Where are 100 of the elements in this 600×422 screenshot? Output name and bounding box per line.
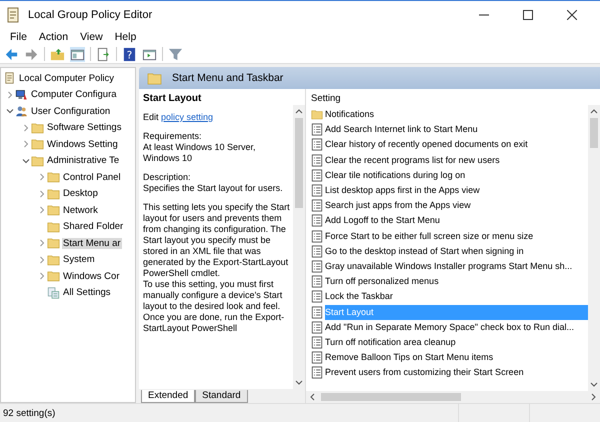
setting-row[interactable]: Prevent users from customizing their Start Screen: [325, 365, 588, 380]
setting-row[interactable]: Force Start to be either full screen size or menu size: [325, 228, 588, 244]
tree-item[interactable]: Windows Cor: [62, 270, 120, 282]
setting-row[interactable]: Add Logoff to the Start Menu: [325, 213, 588, 228]
scroll-down-icon[interactable]: [590, 382, 598, 388]
policy-document-icon: [3, 72, 16, 84]
description-paragraph: To use this setting, you must first manually configure a device's Start layout to the desired look and feel. Once you are done, run the Export-StartLayout PowerShell: [143, 279, 286, 334]
forward-arrow-icon[interactable]: [24, 46, 39, 62]
panel-title: Start Menu and Taskbar: [172, 72, 284, 84]
horizontal-scrollbar[interactable]: [306, 391, 600, 403]
folder-icon: [31, 154, 44, 167]
setting-row[interactable]: Notifications: [325, 107, 588, 122]
policy-setting-icon: [311, 260, 323, 273]
close-icon[interactable]: [567, 10, 577, 20]
folder-icon: [311, 108, 323, 122]
collapsed-caret-icon[interactable]: [38, 256, 46, 264]
collapsed-caret-icon[interactable]: [22, 124, 30, 132]
setting-row[interactable]: Add Search Internet link to Start Menu: [325, 122, 588, 138]
collapsed-caret-icon[interactable]: [22, 140, 30, 148]
back-arrow-icon[interactable]: [4, 46, 19, 62]
setting-row[interactable]: Add "Run in Separate Memory Space" check box to Run dial...: [325, 320, 588, 335]
scroll-thumb[interactable]: [321, 393, 461, 401]
scroll-left-icon[interactable]: [309, 393, 315, 401]
expanded-caret-icon[interactable]: [6, 107, 14, 116]
policy-setting-icon: [311, 336, 323, 349]
setting-row[interactable]: Turn off notification area cleanup: [325, 334, 588, 350]
setting-row[interactable]: Search just apps from the Apps view: [325, 198, 588, 214]
tree-item[interactable]: All Settings: [62, 287, 112, 298]
maximize-icon[interactable]: [523, 10, 533, 20]
scroll-up-icon[interactable]: [590, 108, 598, 114]
description-text: Specifies the Start layout for users.: [143, 183, 284, 194]
vertical-scrollbar[interactable]: [293, 105, 305, 389]
folder-icon: [47, 188, 60, 200]
folder-icon: [147, 72, 162, 84]
computer-icon: [15, 88, 28, 101]
folder-icon: [47, 270, 60, 282]
tree-item[interactable]: Administrative Te: [46, 155, 120, 166]
policy-heading: Start Layout: [143, 93, 202, 104]
tree-item[interactable]: User Configuration: [30, 106, 112, 117]
vertical-scrollbar[interactable]: [588, 105, 600, 391]
folder-up-icon[interactable]: [50, 46, 65, 62]
requirements-label: Requirements:: [143, 131, 203, 142]
setting-row[interactable]: Clear tile notifications during log on: [325, 168, 588, 183]
folder-icon: [47, 237, 60, 250]
scroll-right-icon[interactable]: [591, 393, 597, 401]
policy-setting-icon: [311, 214, 323, 228]
scroll-thumb[interactable]: [295, 118, 303, 208]
policy-setting-icon: [311, 123, 323, 136]
view-tab[interactable]: Extended: [141, 390, 196, 403]
collapsed-caret-icon[interactable]: [38, 206, 46, 214]
policy-editor-icon: [6, 6, 20, 22]
setting-row[interactable]: Remove Balloon Tips on Start Menu items: [325, 350, 588, 366]
tree-item[interactable]: System: [62, 254, 96, 266]
requirements-text: At least Windows 10 Server, Windows 10: [143, 142, 257, 164]
policy-setting-icon: [311, 320, 323, 334]
folder-icon: [31, 138, 44, 150]
scroll-down-icon[interactable]: [295, 380, 303, 386]
tree-item[interactable]: Software Settings: [46, 122, 122, 134]
status-text: 92 setting(s): [2, 408, 56, 418]
tree-item[interactable]: Shared Folder: [62, 221, 124, 232]
scroll-thumb[interactable]: [590, 118, 598, 148]
policy-setting-link[interactable]: policy setting: [161, 112, 214, 122]
view-tab[interactable]: Standard: [195, 390, 248, 403]
tree-item[interactable]: Start Menu ar: [62, 238, 122, 249]
tree-item[interactable]: Control Panel: [62, 172, 122, 183]
setting-row[interactable]: Clear history of recently opened documents on exit: [325, 137, 588, 152]
folder-icon: [47, 254, 60, 266]
tree-item[interactable]: Local Computer Policy: [18, 72, 116, 84]
setting-row[interactable]: Turn off personalized menus: [325, 274, 588, 290]
menu-item[interactable]: View: [74, 30, 109, 42]
description-label: Description:: [143, 172, 192, 183]
collapsed-caret-icon[interactable]: [38, 190, 46, 198]
menu-item[interactable]: File: [4, 30, 33, 42]
collapsed-caret-icon[interactable]: [38, 272, 46, 280]
export-list-icon[interactable]: [96, 46, 111, 62]
panel-toggle-icon[interactable]: [70, 46, 85, 62]
help-icon[interactable]: ?: [122, 46, 137, 62]
tree-item[interactable]: Network: [62, 204, 99, 216]
setting-row[interactable]: Go to the desktop instead of Start when signing in: [325, 244, 588, 259]
scroll-up-icon[interactable]: [295, 108, 303, 114]
column-header[interactable]: Setting: [311, 89, 588, 106]
setting-row[interactable]: Gray unavailable Windows Installer programs Start Menu sh...: [325, 258, 588, 274]
setting-row[interactable]: Lock the Taskbar: [325, 289, 588, 304]
collapsed-caret-icon[interactable]: [38, 173, 46, 182]
expanded-caret-icon[interactable]: [22, 156, 30, 165]
tree-item[interactable]: Computer Configura: [30, 89, 118, 100]
tree-item[interactable]: Windows Setting: [46, 138, 119, 150]
filter-icon[interactable]: [168, 46, 183, 62]
tree-item[interactable]: Desktop: [62, 188, 99, 200]
policy-setting-icon: [311, 275, 323, 288]
setting-row[interactable]: Clear the recent programs list for new users: [325, 152, 588, 168]
window-title: Local Group Policy Editor: [28, 8, 152, 20]
policy-setting-icon: [311, 230, 323, 243]
menu-item[interactable]: Action: [32, 30, 74, 42]
menu-item[interactable]: Help: [108, 30, 142, 42]
folder-icon: [47, 171, 60, 184]
setting-row[interactable]: List desktop apps first in the Apps view: [325, 183, 588, 198]
collapsed-caret-icon[interactable]: [38, 239, 46, 248]
policy-setting-icon: [311, 168, 323, 182]
collapsed-caret-icon[interactable]: [6, 90, 14, 99]
